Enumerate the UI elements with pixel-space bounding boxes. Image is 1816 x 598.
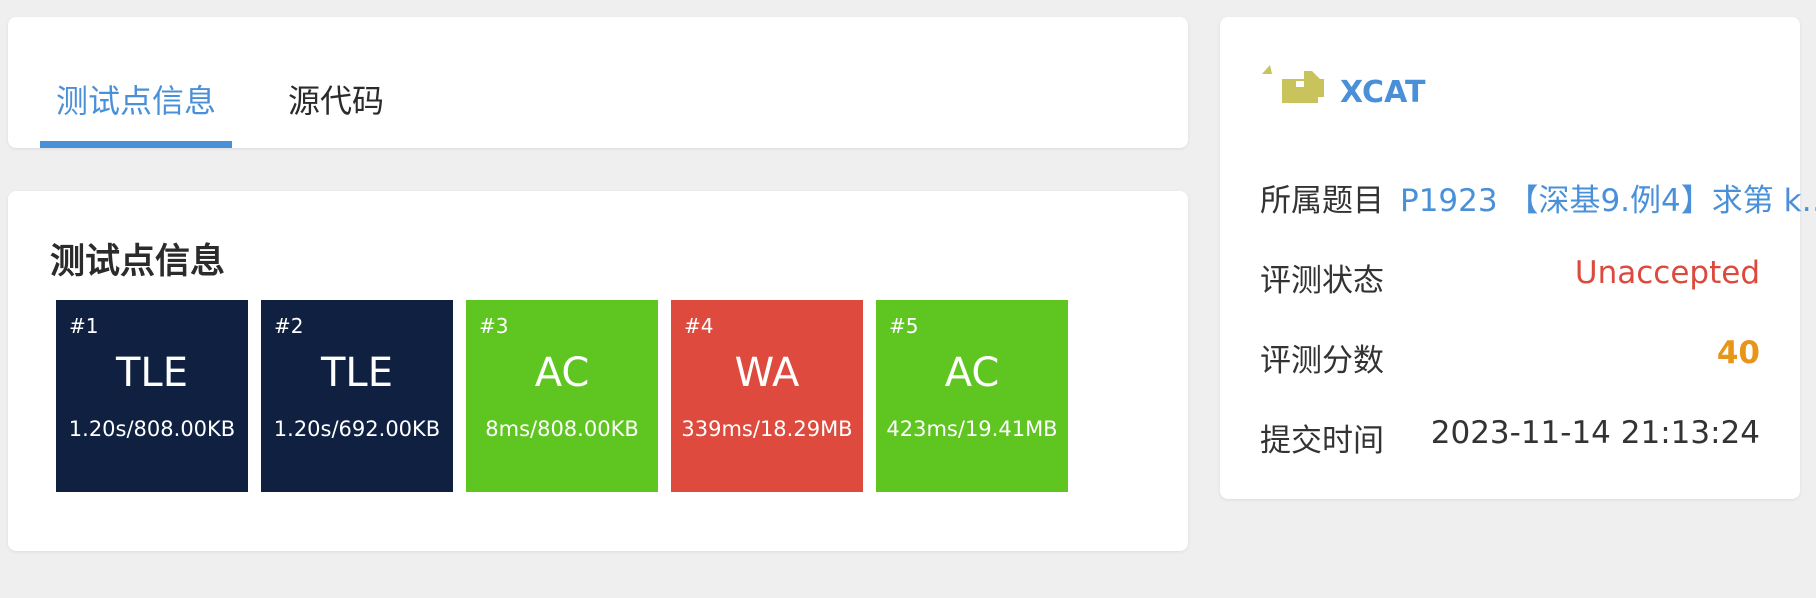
testcase-status: TLE bbox=[116, 350, 188, 396]
testcase-stats: 423ms/19.41MB bbox=[886, 417, 1058, 441]
status-label: 评测状态 bbox=[1260, 263, 1384, 299]
testcase-number: #3 bbox=[479, 314, 509, 338]
testcase-status: AC bbox=[534, 350, 590, 396]
testcase-stats: 1.20s/692.00KB bbox=[273, 417, 441, 441]
score-value: 40 bbox=[1716, 335, 1760, 371]
problem-row: 所属题目 P1923 【深基9.例4】求第 k 小的数 bbox=[1260, 175, 1816, 225]
testcase-number: #2 bbox=[274, 314, 304, 338]
testcase-1[interactable]: #1 TLE 1.20s/808.00KB bbox=[56, 300, 248, 492]
testcase-number: #1 bbox=[69, 314, 99, 338]
testcase-stats: 339ms/18.29MB bbox=[681, 417, 853, 441]
testcase-status: AC bbox=[944, 350, 1000, 396]
testcase-status: WA bbox=[734, 350, 800, 396]
section-title: 测试点信息 bbox=[50, 242, 226, 282]
testcase-stats: 8ms/808.00KB bbox=[485, 417, 639, 441]
submit-time-label: 提交时间 bbox=[1260, 423, 1384, 459]
submission-info-card: XCAT 所属题目 P1923 【深基9.例4】求第 k 小的数 评测状态 Un… bbox=[1220, 17, 1816, 499]
score-row: 评测分数 40 bbox=[1260, 335, 1760, 385]
testcase-number: #4 bbox=[684, 314, 714, 338]
status-value: Unaccepted bbox=[1574, 255, 1760, 291]
active-tab-indicator bbox=[40, 141, 232, 148]
score-label: 评测分数 bbox=[1260, 343, 1384, 379]
tab-testcase-info[interactable]: 测试点信息 bbox=[56, 17, 216, 148]
testcase-5[interactable]: #5 AC 423ms/19.41MB bbox=[876, 300, 1068, 492]
testcase-number: #5 bbox=[889, 314, 919, 338]
submit-time-value: 2023-11-14 21:13:24 bbox=[1430, 415, 1760, 451]
problem-link[interactable]: P1923 【深基9.例4】求第 k 小的数 bbox=[1400, 175, 1816, 220]
testcase-stats: 1.20s/808.00KB bbox=[68, 417, 236, 441]
testcase-status: TLE bbox=[321, 350, 393, 396]
submit-time-row: 提交时间 2023-11-14 21:13:24 bbox=[1260, 415, 1760, 465]
testcase-4[interactable]: #4 WA 339ms/18.29MB bbox=[671, 300, 863, 492]
problem-label: 所属题目 bbox=[1260, 183, 1384, 219]
username-link[interactable]: XCAT bbox=[1340, 75, 1425, 110]
tab-source-code[interactable]: 源代码 bbox=[288, 17, 384, 148]
user-logo-icon bbox=[1262, 65, 1324, 103]
tabs-card: 测试点信息 源代码 bbox=[8, 17, 1188, 148]
testcases-card: 测试点信息 #1 TLE 1.20s/808.00KB #2 TLE 1.20s… bbox=[8, 191, 1188, 551]
testcase-3[interactable]: #3 AC 8ms/808.00KB bbox=[466, 300, 658, 492]
status-row: 评测状态 Unaccepted bbox=[1260, 255, 1760, 305]
testcase-2[interactable]: #2 TLE 1.20s/692.00KB bbox=[261, 300, 453, 492]
